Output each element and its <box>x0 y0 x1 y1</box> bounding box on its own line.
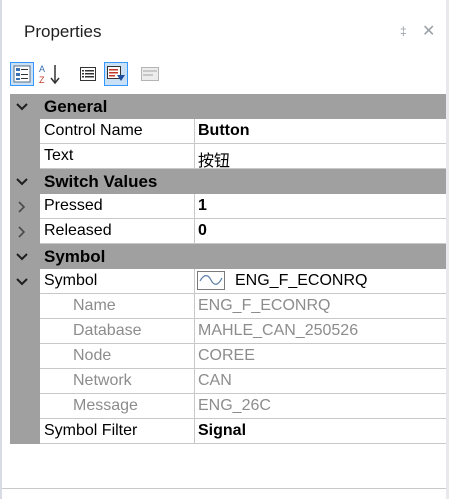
property-name: Pressed <box>44 197 103 214</box>
property-name: Node <box>73 347 112 364</box>
property-value: COREE <box>198 347 255 364</box>
row-gutter <box>10 119 40 144</box>
property-value: 1 <box>198 197 207 214</box>
property-name-cell[interactable]: Name <box>40 294 195 319</box>
category-switch-values[interactable]: Switch Values <box>10 169 446 194</box>
property-pages-button[interactable] <box>138 62 162 86</box>
property-value-cell[interactable]: MAHLE_CAN_250526 <box>195 319 446 344</box>
property-name-cell[interactable]: Text <box>40 144 195 169</box>
row-gutter <box>10 294 40 319</box>
property-value-cell[interactable]: Button <box>195 119 446 144</box>
chevron-down-icon[interactable] <box>10 269 34 294</box>
row-gutter <box>10 369 40 394</box>
property-name: Symbol Filter <box>44 422 138 439</box>
svg-text:Z: Z <box>39 75 45 85</box>
category-general[interactable]: General <box>10 94 446 119</box>
property-value-cell[interactable]: ENG_F_ECONRQ <box>195 294 446 319</box>
property-pages-icon <box>141 67 159 81</box>
property-value-cell[interactable]: 1 <box>195 194 446 219</box>
property-value: ENG_F_ECONRQ <box>235 272 368 289</box>
categorized-icon <box>13 65 31 83</box>
row-gutter <box>10 419 40 444</box>
property-name-cell[interactable]: Released <box>40 219 195 244</box>
property-row-message[interactable]: Message ENG_26C <box>10 394 446 419</box>
property-row-symbol[interactable]: Symbol ENG_F_ECONRQ <box>10 269 446 294</box>
alphabetical-button[interactable]: A Z <box>38 62 62 86</box>
property-name: Text <box>44 147 74 164</box>
property-name-cell[interactable]: Pressed <box>40 194 195 219</box>
chevron-right-icon[interactable] <box>10 219 34 244</box>
pin-icon[interactable]: ‡ <box>400 24 407 38</box>
events-icon <box>107 66 125 81</box>
property-row-network[interactable]: Network CAN <box>10 369 446 394</box>
property-name: Symbol <box>44 272 98 289</box>
status-bar <box>2 489 446 499</box>
property-row-text[interactable]: Text 按钮 <box>10 144 446 170</box>
categorized-button[interactable] <box>10 62 34 86</box>
property-value: Signal <box>198 422 247 439</box>
chevron-down-icon[interactable] <box>10 244 34 269</box>
property-name: Control Name <box>44 122 143 139</box>
row-gutter <box>10 219 40 244</box>
property-value-cell[interactable]: ENG_F_ECONRQ <box>195 269 446 294</box>
category-label: Switch Values <box>44 172 158 191</box>
property-name-cell[interactable]: Database <box>40 319 195 344</box>
property-value: ENG_26C <box>198 397 271 414</box>
row-gutter <box>10 344 40 369</box>
property-value: 0 <box>198 222 207 239</box>
alphabetical-sort-icon: A Z <box>39 64 60 85</box>
property-row-control-name[interactable]: Control Name Button <box>10 119 446 144</box>
property-row-released[interactable]: Released 0 <box>10 219 446 244</box>
property-name-cell[interactable]: Node <box>40 344 195 369</box>
chevron-down-icon[interactable] <box>10 94 34 119</box>
property-value-cell[interactable]: Signal <box>195 419 446 444</box>
property-value: 按钮 <box>198 151 231 170</box>
row-gutter <box>10 394 40 419</box>
category-symbol[interactable]: Symbol <box>10 244 446 269</box>
property-value: CAN <box>198 372 232 389</box>
property-value: Button <box>198 122 250 139</box>
property-name: Released <box>44 222 112 239</box>
property-value-cell[interactable]: ENG_26C <box>195 394 446 419</box>
property-value-cell[interactable]: 0 <box>195 219 446 244</box>
property-name: Network <box>73 372 132 389</box>
property-name-cell[interactable]: Symbol Filter <box>40 419 195 444</box>
property-row-database[interactable]: Database MAHLE_CAN_250526 <box>10 319 446 344</box>
property-name-cell[interactable]: Symbol <box>40 269 195 294</box>
property-row-pressed[interactable]: Pressed 1 <box>10 194 446 219</box>
property-value: MAHLE_CAN_250526 <box>198 322 359 339</box>
signal-icon <box>197 271 225 290</box>
description-area <box>10 446 446 488</box>
property-name-cell[interactable]: Message <box>40 394 195 419</box>
chevron-right-icon[interactable] <box>10 194 34 219</box>
row-gutter <box>10 319 40 344</box>
property-value-cell[interactable]: CAN <box>195 369 446 394</box>
property-value-cell[interactable]: COREE <box>195 344 446 369</box>
property-name: Database <box>73 322 142 339</box>
property-value: ENG_F_ECONRQ <box>198 297 331 314</box>
row-gutter <box>10 144 40 169</box>
property-grid: General Control Name Button Text 按钮 Swit… <box>10 94 446 446</box>
properties-view-button[interactable] <box>76 62 100 86</box>
property-row-symbol-filter[interactable]: Symbol Filter Signal <box>10 419 446 444</box>
property-row-symbol-name[interactable]: Name ENG_F_ECONRQ <box>10 294 446 319</box>
properties-list-icon <box>80 67 96 81</box>
panel-title-bar: Properties ‡ ✕ <box>2 0 446 58</box>
category-label: General <box>44 97 108 116</box>
property-name-cell[interactable]: Control Name <box>40 119 195 144</box>
events-view-button[interactable] <box>104 62 128 86</box>
row-gutter <box>10 194 40 219</box>
row-gutter <box>10 269 40 294</box>
panel-title: Properties <box>24 22 102 41</box>
category-label: Symbol <box>44 247 106 266</box>
property-row-node[interactable]: Node COREE <box>10 344 446 369</box>
property-name-cell[interactable]: Network <box>40 369 195 394</box>
property-name: Name <box>73 297 116 314</box>
property-name: Message <box>73 397 138 414</box>
properties-toolbar: A Z <box>2 58 446 92</box>
property-value-cell[interactable]: 按钮 <box>195 144 446 170</box>
close-icon[interactable]: ✕ <box>422 21 435 41</box>
chevron-down-icon[interactable] <box>10 169 34 194</box>
svg-text:A: A <box>39 64 45 74</box>
